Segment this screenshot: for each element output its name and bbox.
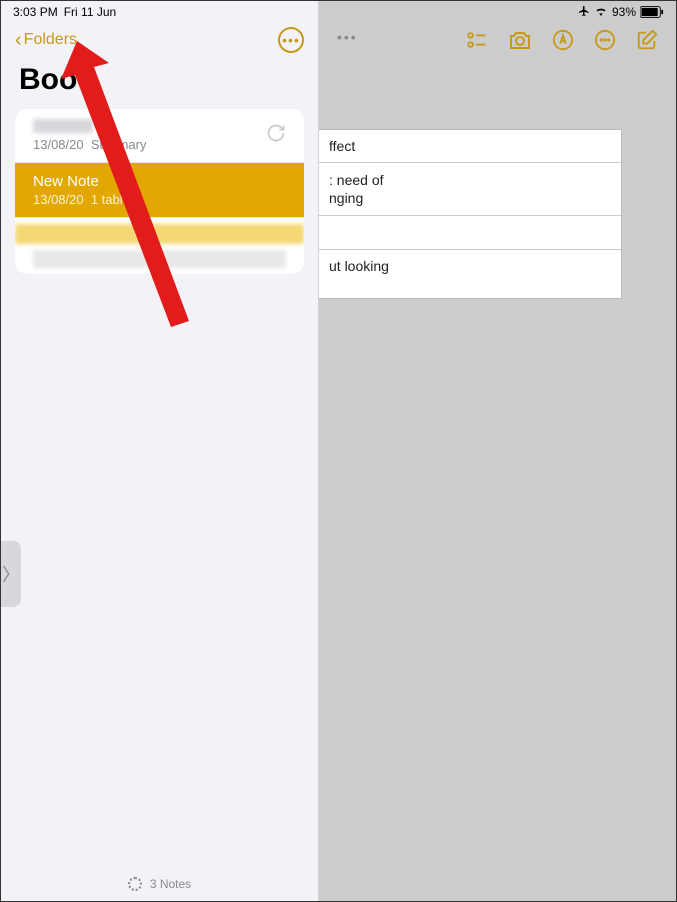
status-left: 3:03 PM Fri 11 Jun [13,5,116,19]
status-time: 3:03 PM [13,5,58,19]
sidebar: ‹ Folders ••• Boo 13/08/20 Summary New N… [1,1,319,901]
checklist-button[interactable] [466,29,488,56]
note-item-blurred[interactable] [33,250,286,268]
folder-title: Boo [1,53,318,109]
airplane-icon [578,5,590,20]
table-row[interactable]: ut looking [319,250,621,298]
main-area: ••• ffect : need ofnging ut looking [319,1,676,901]
compose-button[interactable] [636,29,658,56]
note-title: New Note [33,173,286,190]
back-label: Folders [24,31,77,49]
status-right: 93% [578,5,664,20]
camera-button[interactable] [508,29,532,56]
note-item[interactable]: 13/08/20 Summary [15,109,304,163]
status-date: Fri 11 Jun [64,5,116,19]
more-button[interactable]: ••• [278,27,304,53]
note-item-blurred[interactable] [15,224,304,244]
more-button-main[interactable] [594,29,616,56]
slide-handle[interactable]: 〉 [1,541,21,607]
notes-count: 3 Notes [150,877,191,891]
table-row[interactable]: : need ofnging [319,163,621,216]
note-item-selected[interactable]: New Note 13/08/20 1 tabl [15,163,304,218]
table-row[interactable]: ffect [319,130,621,163]
note-title-blurred [33,119,93,133]
note-meta: 13/08/20 Summary [33,137,286,152]
battery-pct: 93% [612,5,636,19]
notes-card: 13/08/20 Summary New Note 13/08/20 1 tab… [15,109,304,274]
chevron-right-icon: 〉 [2,561,20,587]
table-row[interactable] [319,216,621,250]
back-button[interactable]: ‹ Folders [15,29,77,52]
wifi-icon [594,5,608,19]
drag-handle-icon[interactable]: ••• [337,29,358,45]
markup-button[interactable] [552,29,574,56]
chevron-left-icon: ‹ [15,29,22,52]
spinner-icon [128,877,142,891]
status-bar: 3:03 PM Fri 11 Jun 93% [1,1,676,23]
note-meta: 13/08/20 1 tabl [33,192,286,207]
note-content-table[interactable]: ffect : need ofnging ut looking [319,129,622,299]
ellipsis-icon: ••• [282,32,300,48]
battery-icon [640,6,664,18]
sync-icon [266,123,286,148]
sidebar-footer: 3 Notes [1,867,318,901]
